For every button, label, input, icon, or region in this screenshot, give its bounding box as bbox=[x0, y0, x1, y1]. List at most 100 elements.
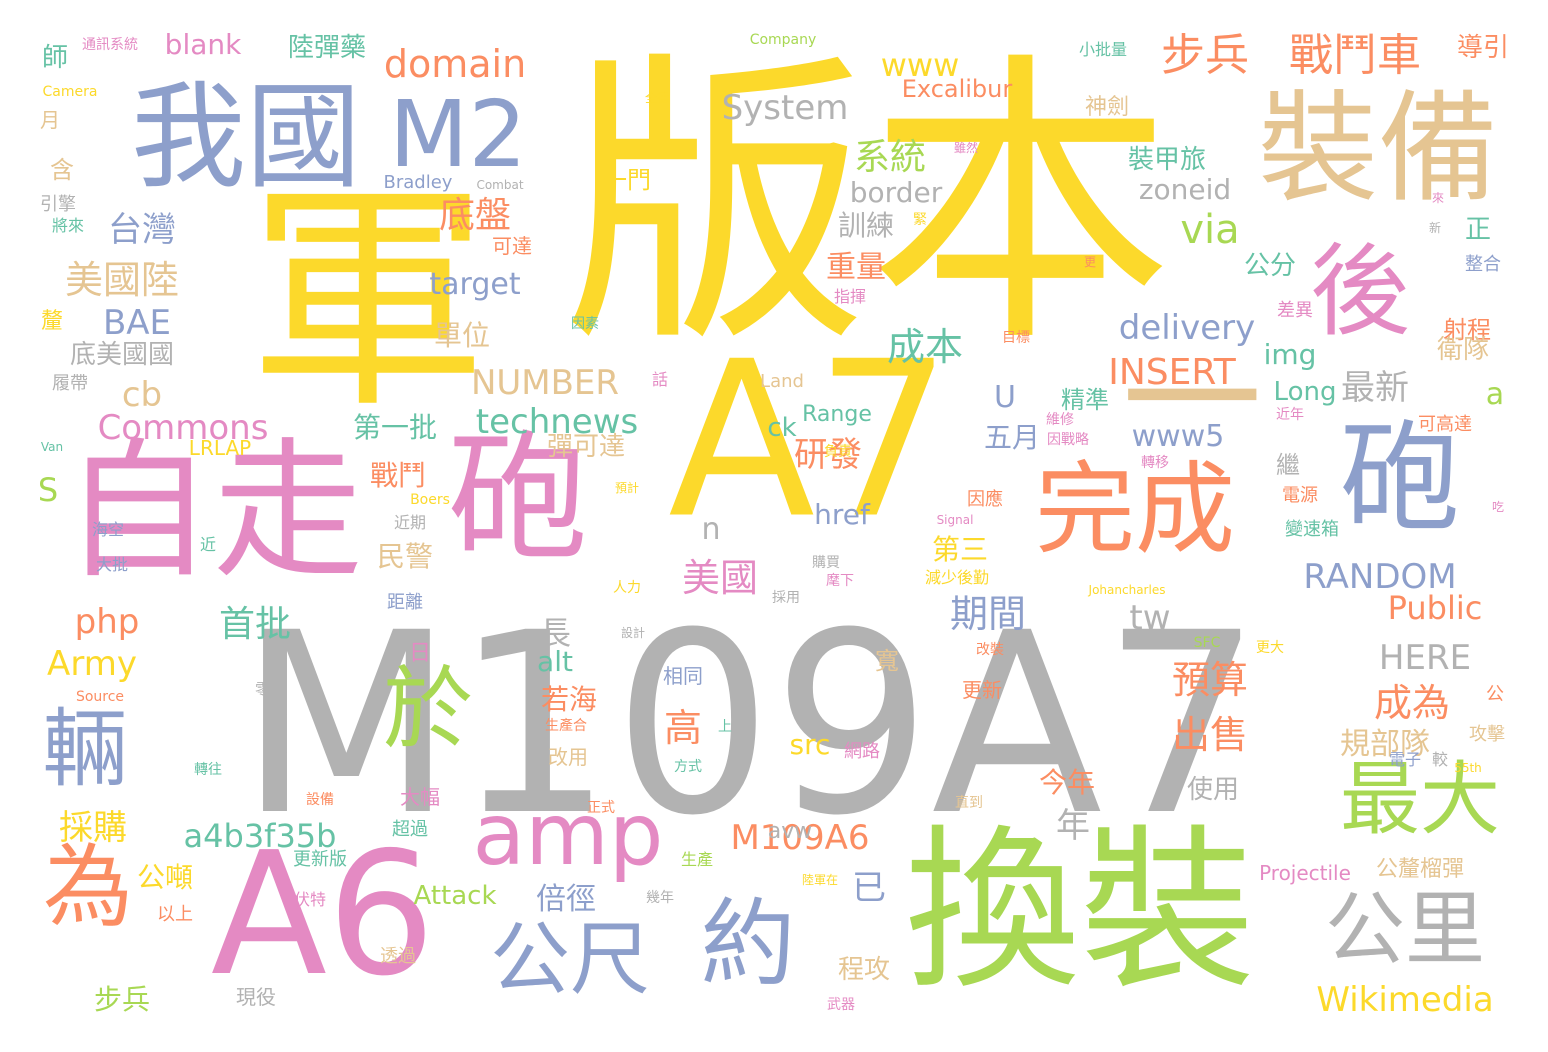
word-xianyi: 現役 bbox=[236, 985, 276, 1009]
word-gongchi: 公尺 bbox=[490, 913, 650, 1006]
word-gong: 公 bbox=[1486, 684, 1504, 705]
word-ruohai: 若海 bbox=[540, 683, 598, 716]
word-gaizhuang: 改裝 bbox=[976, 642, 1004, 658]
word-gonglilidan: 公釐榴彈 bbox=[1375, 857, 1465, 882]
word-blank: blank bbox=[164, 28, 242, 61]
word-sfc: SFC bbox=[1193, 635, 1221, 651]
word-zhuanwang: 轉往 bbox=[194, 762, 222, 778]
word-yue: 約 bbox=[700, 889, 796, 1000]
word-sheji: 設計 bbox=[620, 626, 646, 640]
word-xitong: 系統 bbox=[853, 137, 927, 178]
word-zhongliang: 重量 bbox=[826, 250, 886, 285]
word-number: NUMBER bbox=[470, 363, 620, 403]
word-gao: 高 bbox=[663, 706, 703, 750]
word-ji: 繼 bbox=[1276, 451, 1300, 479]
word-meiguo: 美國 bbox=[681, 556, 759, 600]
word-land: Land bbox=[760, 371, 804, 392]
word-shang: 上 bbox=[718, 719, 732, 735]
word-combat: Combat bbox=[476, 178, 524, 192]
word-gongfen: 公分 bbox=[1243, 251, 1297, 281]
word-gongdun: 公噸 bbox=[136, 861, 194, 894]
word-xin: 新 bbox=[1428, 221, 1442, 235]
word-chenggong: 程攻 bbox=[837, 955, 891, 985]
word-taiwan: 台灣 bbox=[108, 210, 176, 250]
word-beijing: 倍徑 bbox=[536, 882, 596, 917]
word-suiran: 雖然 bbox=[953, 141, 979, 155]
word-attack: Attack bbox=[413, 881, 497, 911]
word-hou: 後 bbox=[1310, 233, 1410, 350]
word-amp: amp bbox=[472, 785, 664, 885]
word-huixia: 麾下 bbox=[826, 573, 854, 589]
word-minjing: 民警 bbox=[376, 540, 434, 573]
word-lai: 來 bbox=[1431, 191, 1445, 205]
word-signal: Signal bbox=[936, 513, 974, 527]
word-meiguolu: 美國陸 bbox=[64, 258, 180, 302]
word-zhandouche: 戰鬥車 bbox=[1289, 30, 1421, 81]
word-quande: 全德 bbox=[644, 91, 670, 105]
word-goumai: 購買 bbox=[812, 555, 840, 571]
word-danwei: 單位 bbox=[433, 319, 491, 352]
word-dianyuan: 電源 bbox=[1282, 485, 1318, 506]
word-zhengshi: 正式 bbox=[587, 800, 615, 816]
word-dimeiguoguo: 底美國國 bbox=[69, 340, 175, 370]
word-chushou: 出售 bbox=[1171, 713, 1249, 757]
word-long: Long bbox=[1273, 377, 1337, 407]
word-geng: 更 bbox=[1083, 255, 1097, 269]
word-li: 釐 bbox=[40, 309, 64, 334]
word-lvdai: 履帶 bbox=[52, 373, 88, 394]
word-bradley: Bradley bbox=[383, 172, 453, 193]
word-wanglu: 網路 bbox=[844, 741, 880, 762]
word-han: 含 bbox=[50, 156, 74, 184]
word-gengxin: 更新 bbox=[962, 678, 1002, 702]
word-van: Van bbox=[40, 440, 64, 454]
word-kegaoda: 可高達 bbox=[1418, 414, 1472, 435]
word-nian: 年 bbox=[1056, 806, 1090, 846]
word-shebei: 設備 bbox=[306, 792, 334, 808]
word-tw: tw bbox=[1129, 598, 1171, 638]
word-caigou: 採購 bbox=[59, 808, 127, 848]
word-liang: 輛 bbox=[42, 700, 128, 800]
word-system: System bbox=[721, 88, 849, 128]
word-chaoguo: 超過 bbox=[392, 819, 428, 840]
word-johancharles: Johancharles bbox=[1088, 583, 1166, 597]
word-zuixin: 最新 bbox=[1341, 368, 1409, 408]
word-diyipi: 第一批 bbox=[352, 411, 438, 444]
word-qijian: 期間 bbox=[949, 592, 1027, 636]
word-shoupi: 首批 bbox=[218, 604, 292, 645]
word-yue-month: 月 bbox=[40, 108, 60, 132]
word-yinsu: 因素 bbox=[571, 316, 599, 332]
word-gengda: 更大 bbox=[1256, 640, 1284, 656]
word-ri: 日 bbox=[408, 641, 432, 666]
word-jinian: 幾年 bbox=[646, 890, 674, 906]
word-zhenghe: 整合 bbox=[1465, 254, 1501, 275]
word-lingjian: 零件 bbox=[254, 680, 288, 699]
word-cloud: M109A7 版本 軍 A7 自走 砲 換裝 A6 裝備 我國 砲 完成 M2 … bbox=[0, 0, 1548, 1052]
word-army: Army bbox=[47, 644, 137, 684]
word-zhuanyi: 轉移 bbox=[1141, 455, 1169, 471]
word-yinqing: 引擎 bbox=[40, 194, 76, 215]
word-projectile: Projectile bbox=[1259, 861, 1351, 885]
word-jinnian: 今年 bbox=[1038, 766, 1096, 799]
word-border: border bbox=[849, 176, 943, 209]
word-www5: www5 bbox=[1131, 419, 1225, 454]
word-boers: Boers bbox=[410, 492, 450, 508]
word-dafu: 大幅 bbox=[400, 785, 440, 809]
word-yishang: 以上 bbox=[157, 904, 193, 925]
word-zoneid: zoneid bbox=[1138, 173, 1232, 206]
word-fangshi: 方式 bbox=[674, 759, 702, 775]
word-haikong: 海空 bbox=[91, 520, 125, 539]
word-cb: cb bbox=[121, 375, 163, 415]
word-avw: avw bbox=[767, 819, 813, 844]
word-a4b3f35b: a4b3f35b bbox=[183, 817, 337, 855]
word-zheng: 正 bbox=[1464, 215, 1492, 245]
word-renli: 人力 bbox=[613, 580, 641, 596]
word-href: href bbox=[814, 498, 870, 531]
word-dapi: 大批 bbox=[95, 555, 129, 574]
word-dianzi: 電子 bbox=[1388, 750, 1422, 769]
word-zhuangbei: 裝備 bbox=[1258, 80, 1498, 219]
word-chengben: 成本 bbox=[886, 325, 964, 369]
word-jingzhun: 精準 bbox=[1061, 386, 1109, 414]
word-jianshaohouqin: 減少後勤 bbox=[924, 568, 990, 587]
word-gaiyong: 改用 bbox=[548, 745, 588, 769]
word-jin-tight: 緊 bbox=[913, 212, 927, 228]
